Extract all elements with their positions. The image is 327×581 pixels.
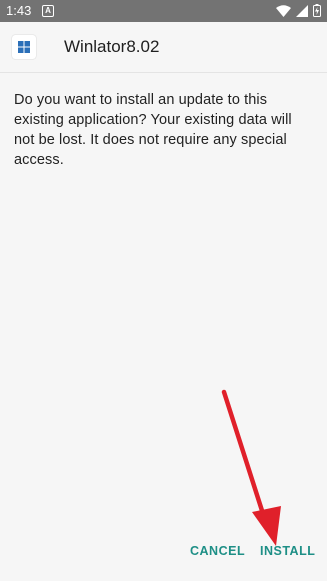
wifi-icon (276, 4, 291, 17)
winlator-icon (12, 35, 36, 59)
install-message: Do you want to install an update to this… (14, 92, 292, 168)
status-time: 1:43 (6, 3, 32, 18)
notification-icon: A (42, 5, 54, 17)
cancel-button[interactable]: CANCEL (190, 543, 245, 559)
battery-icon (313, 4, 321, 17)
cell-signal-icon (296, 4, 308, 17)
app-title: Winlator8.02 (64, 37, 160, 56)
status-icons (276, 4, 321, 17)
status-bar: 1:43 A (0, 0, 327, 22)
red-arrow-annotation (221, 389, 281, 546)
install-button[interactable]: INSTALL (260, 543, 315, 559)
dialog-header: Winlator8.02 (0, 22, 327, 73)
